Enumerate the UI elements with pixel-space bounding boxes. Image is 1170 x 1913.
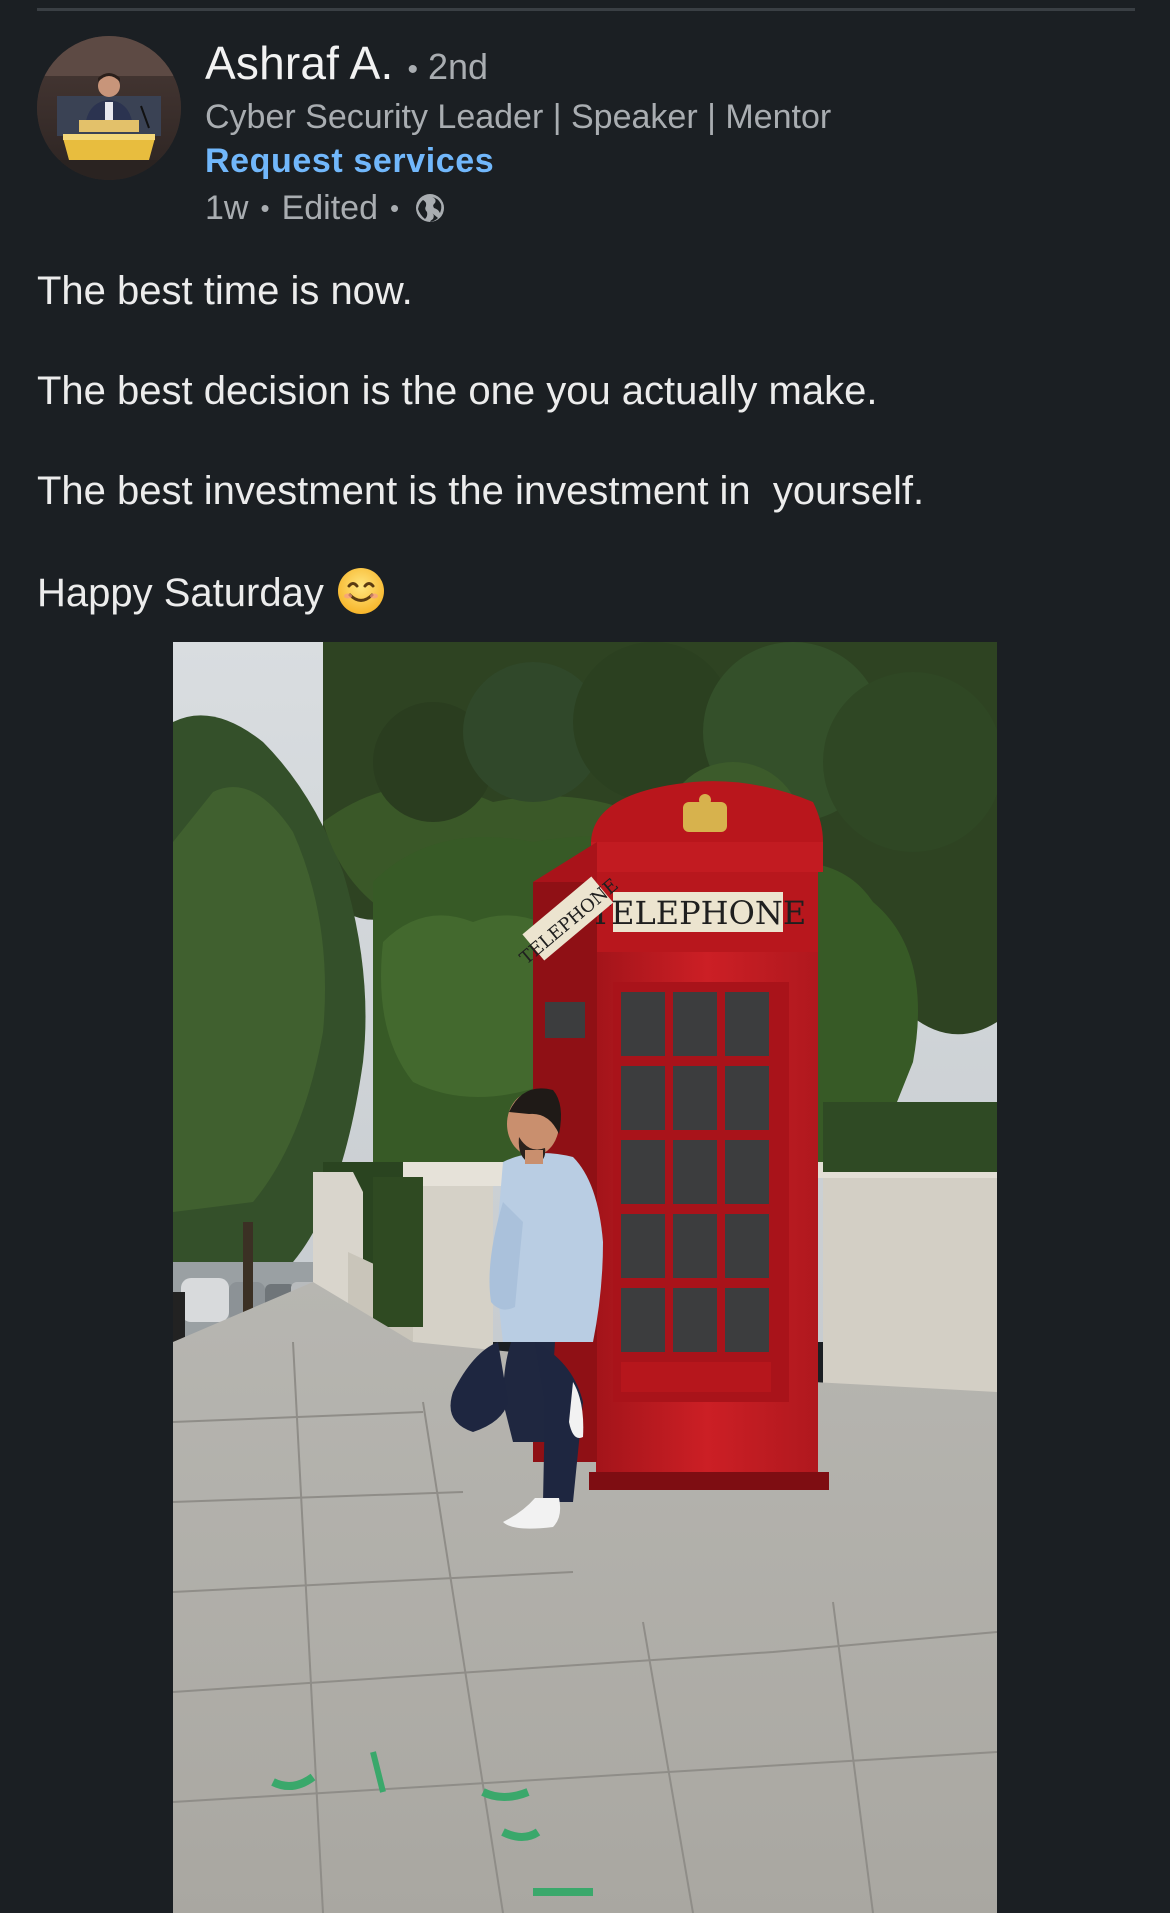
booth-sign-front: TELEPHONE (590, 894, 806, 932)
meta-separator-2: • (389, 192, 400, 223)
edited-label: Edited (281, 188, 378, 227)
post-line-1: The best time is now. (37, 269, 413, 313)
smiling-face-icon (336, 566, 386, 616)
request-services-link[interactable]: Request services (205, 142, 831, 186)
post-line-4-text: Happy Saturday (37, 571, 324, 615)
author-avatar[interactable] (37, 36, 181, 180)
meta-separator-1: • (260, 192, 270, 223)
author-block: Ashraf A. • 2nd Cyber Security Leader | … (205, 36, 831, 230)
post-line-4: Happy Saturday (37, 566, 1137, 616)
author-headline: Cyber Security Leader | Speaker | Mentor (205, 98, 832, 136)
connection-degree: 2nd (427, 46, 489, 87)
post-line-3: The best investment is the investment in… (37, 469, 925, 513)
post-line-2: The best decision is the one you actuall… (37, 369, 878, 413)
author-line: Ashraf A. • 2nd (205, 36, 831, 94)
post-photo[interactable]: TELEPHONE TELEPHONE (173, 642, 997, 1913)
globe-icon (413, 191, 447, 225)
post-time: 1w (205, 188, 249, 227)
degree-separator: • (407, 53, 418, 86)
author-name[interactable]: Ashraf A. (205, 36, 393, 90)
top-divider (37, 8, 1135, 11)
post-header: Ashraf A. • 2nd Cyber Security Leader | … (37, 36, 1137, 227)
post-body: The best time is now. The best decision … (37, 266, 1137, 666)
post-meta: 1w • Edited • (205, 186, 831, 230)
